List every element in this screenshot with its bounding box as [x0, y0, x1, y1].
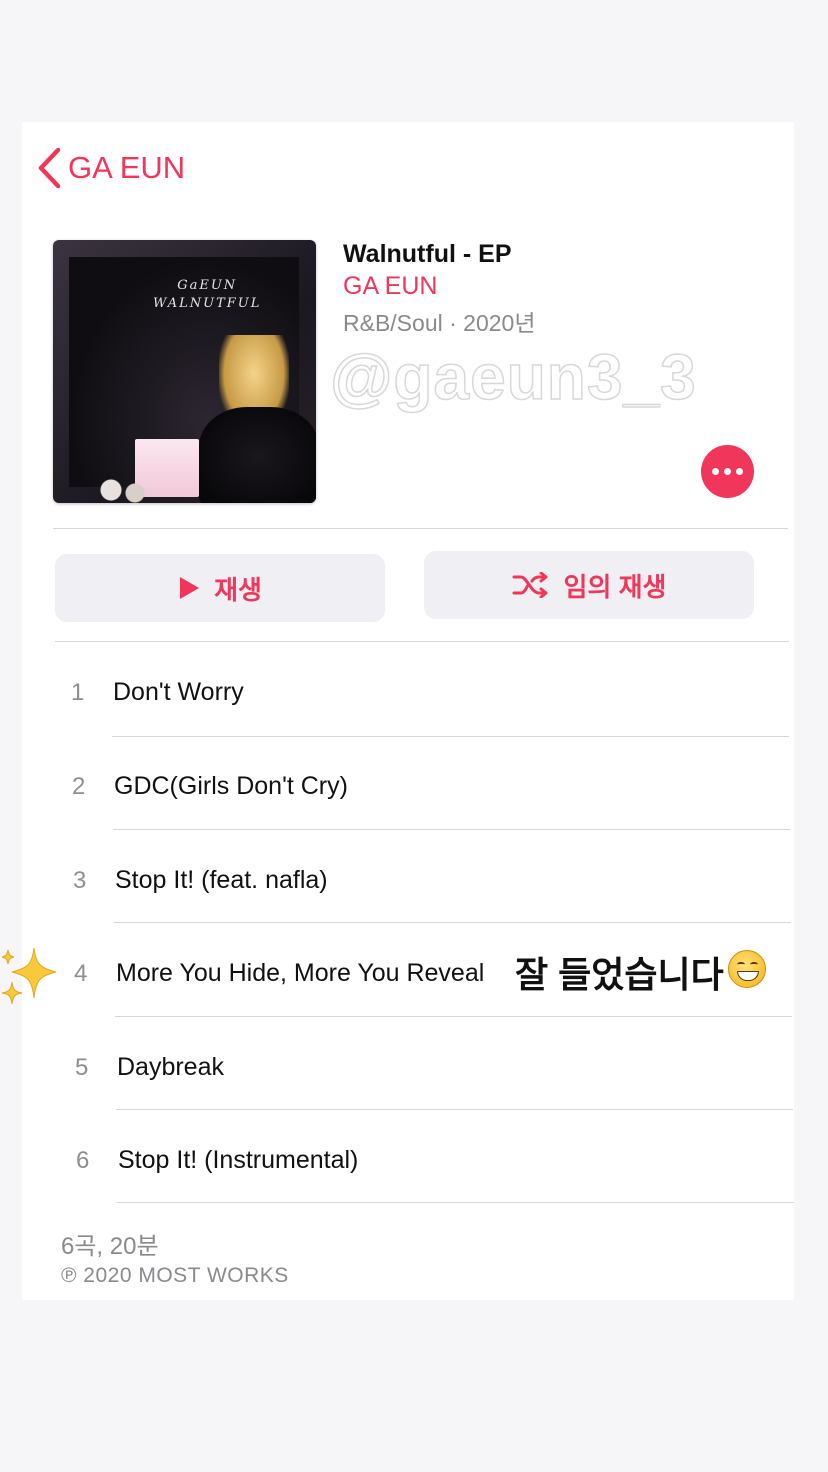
track-number: 3 [73, 866, 87, 894]
track-number: 1 [71, 678, 85, 706]
track-row[interactable]: 5 Daybreak [75, 1021, 224, 1114]
track-title: Stop It! (Instrumental) [118, 1146, 359, 1174]
back-label: GA EUN [68, 150, 186, 185]
divider [114, 922, 791, 923]
divider [117, 1202, 794, 1203]
sticker-caption: 잘 들었습니다 [515, 954, 724, 995]
play-icon [180, 577, 200, 599]
artwork-lettering: GaEUN WALNUTFUL [153, 278, 262, 311]
track-title: Don't Worry [113, 678, 244, 706]
track-title: Daybreak [117, 1053, 224, 1081]
divider [112, 736, 789, 737]
divider [115, 1016, 792, 1017]
track-row[interactable]: 4 More You Hide, More You Reveal [74, 927, 484, 1020]
grinning-face-icon [728, 950, 766, 988]
watermark-text: @gaeun3_3 [329, 340, 697, 414]
chevron-left-icon [38, 147, 61, 189]
divider [116, 1109, 793, 1110]
ellipsis-icon [712, 468, 719, 475]
shuffle-icon [512, 572, 548, 598]
album-artwork[interactable]: GaEUN WALNUTFUL [53, 240, 316, 503]
artwork-image: GaEUN WALNUTFUL [69, 257, 316, 503]
track-row[interactable]: 1 Don't Worry [71, 646, 244, 739]
track-number: 6 [76, 1146, 90, 1174]
divider [55, 641, 789, 642]
play-button[interactable]: 재생 [55, 554, 385, 622]
track-number: 4 [74, 959, 88, 987]
back-button[interactable]: GA EUN [36, 146, 185, 190]
track-count-duration: 6곡, 20분 [61, 1233, 159, 1260]
track-row[interactable]: 3 Stop It! (feat. nafla) [73, 834, 328, 927]
divider [113, 829, 790, 830]
album-genre-year: R&B/Soul · 2020년 [343, 310, 536, 336]
more-options-button[interactable] [701, 445, 754, 498]
track-title: GDC(Girls Don't Cry) [114, 772, 348, 800]
shuffle-label: 임의 재생 [563, 571, 667, 602]
shuffle-button[interactable]: 임의 재생 [424, 551, 754, 619]
track-row[interactable]: 6 Stop It! (Instrumental) [76, 1114, 358, 1207]
copyright-text: ℗ 2020 MOST WORKS [61, 1264, 289, 1287]
divider [53, 528, 788, 529]
sparkles-icon [1, 947, 57, 1005]
track-title: More You Hide, More You Reveal [116, 959, 485, 987]
album-title: Walnutful - EP [343, 240, 512, 268]
album-artist-link[interactable]: GA EUN [343, 272, 437, 301]
play-label: 재생 [214, 574, 262, 605]
track-title: Stop It! (feat. nafla) [115, 866, 328, 894]
track-number: 2 [72, 772, 86, 800]
track-number: 5 [75, 1053, 89, 1081]
track-row[interactable]: 2 GDC(Girls Don't Cry) [72, 740, 348, 833]
